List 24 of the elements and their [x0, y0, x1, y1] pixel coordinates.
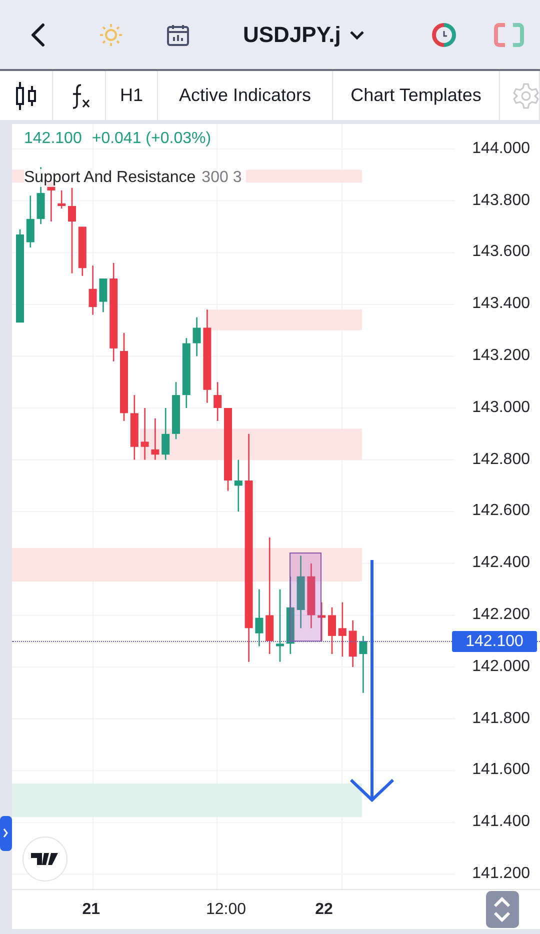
price-label: 143.600: [472, 243, 530, 262]
price-label: 142.000: [472, 658, 530, 676]
time-label: 12:00: [204, 900, 248, 918]
price-label: 142.400: [472, 554, 530, 572]
indicator-name: Support And Resistance: [24, 169, 196, 187]
price-label: 141.200: [472, 865, 530, 884]
price-label: 142.800: [472, 450, 530, 469]
price-label: 141.600: [472, 761, 530, 780]
price-label: 141.800: [472, 710, 530, 728]
indicator-params: 300 3: [202, 169, 242, 187]
price-label: 143.400: [472, 295, 530, 314]
price-label: 142.600: [472, 502, 530, 520]
price-label: 144.000: [472, 140, 530, 158]
price-label: 143.200: [472, 347, 530, 366]
last-price: 142.100: [24, 130, 82, 148]
time-label: 21: [81, 900, 101, 918]
current-price-label: 142.100: [452, 631, 537, 652]
price-label: 141.400: [472, 813, 530, 832]
symbol-selector[interactable]: USDJPY.j: [243, 22, 365, 48]
price-change: +0.041 (+0.03%): [92, 130, 212, 148]
price-label: 143.800: [472, 192, 530, 210]
price-label: 142.200: [472, 606, 530, 624]
time-label: 22: [314, 900, 334, 918]
price-label: 143.000: [472, 398, 530, 417]
